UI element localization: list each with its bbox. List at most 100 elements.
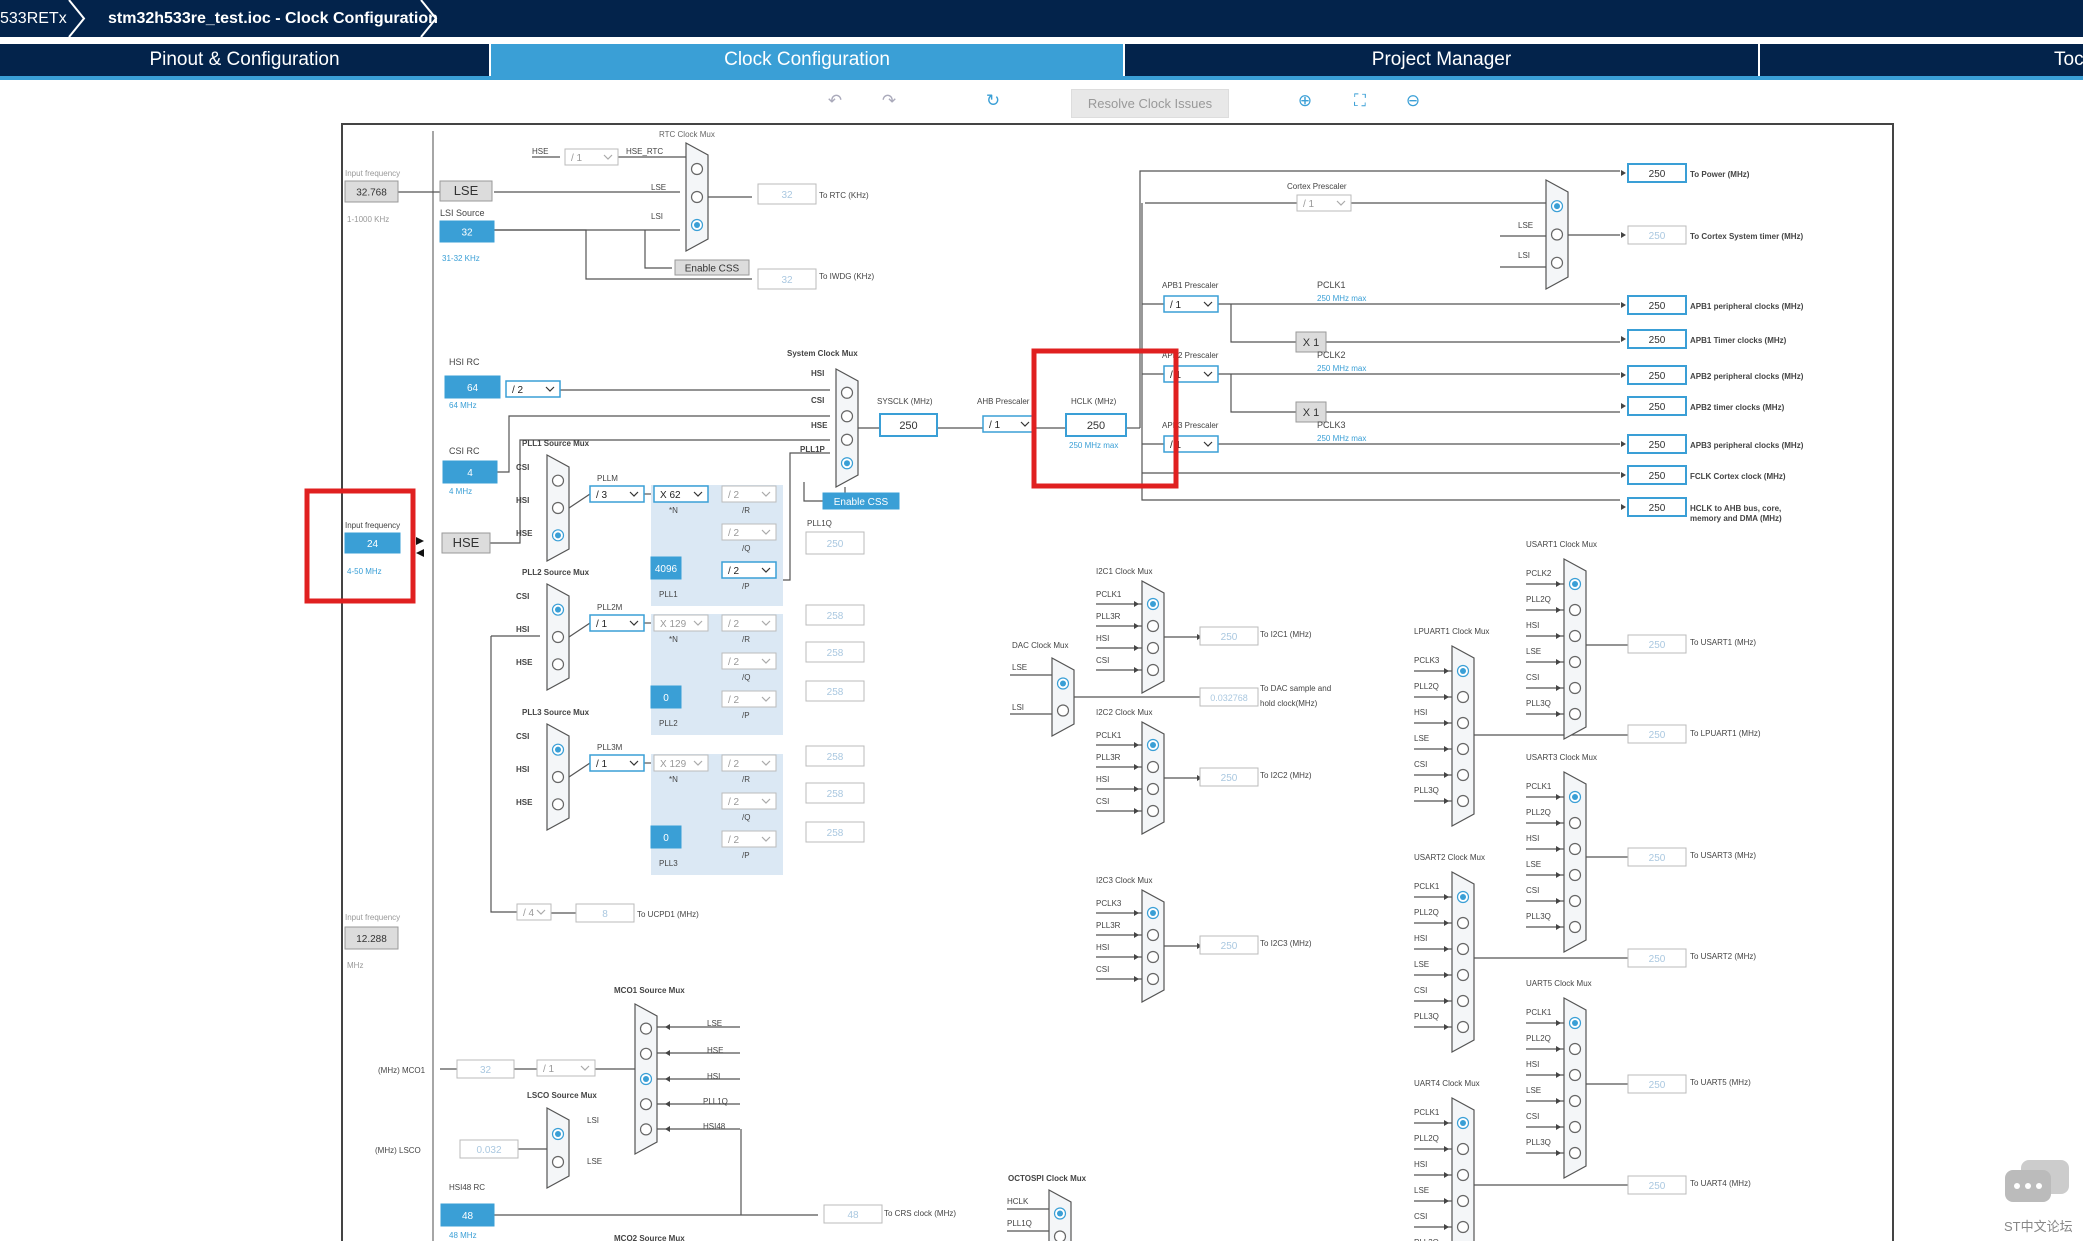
mux-input-radio[interactable]: [551, 501, 565, 515]
lsco-output-field[interactable]: 0.032: [459, 1139, 519, 1159]
output-field-6[interactable]: 250: [1627, 434, 1687, 454]
mux-input-radio[interactable]: [1456, 742, 1470, 756]
apb3-prescaler-dropdown[interactable]: / 1: [1163, 435, 1219, 453]
hsi-value-box[interactable]: 64: [444, 375, 501, 399]
apb2-timer-multiplier[interactable]: X 1: [1295, 401, 1327, 423]
dac-output-field[interactable]: 0.032768: [1199, 687, 1259, 707]
mux-input-radio[interactable]: [1146, 782, 1160, 796]
mux-input-radio[interactable]: [1568, 920, 1582, 934]
pll2-r-divider[interactable]: / 2: [721, 614, 777, 632]
pll2-n-multiplier[interactable]: X 129: [653, 614, 709, 632]
mux-input-radio[interactable]: [1456, 1168, 1470, 1182]
output-field-2[interactable]: 250: [1627, 295, 1687, 315]
mux-input-radio[interactable]: [1146, 663, 1160, 677]
mux-input-radio[interactable]: [1456, 1194, 1470, 1208]
mux-input-radio[interactable]: [1456, 942, 1470, 956]
mux-input-radio[interactable]: [1146, 928, 1160, 942]
iwdg-output-field[interactable]: 32: [757, 268, 817, 290]
mux-input-radio[interactable]: [1568, 681, 1582, 695]
pll3-p-divider[interactable]: / 2: [721, 830, 777, 848]
mux-input-radio[interactable]: [1146, 619, 1160, 633]
mux-input-radio[interactable]: [840, 433, 854, 446]
usart2-output-field[interactable]: 250: [1627, 948, 1687, 968]
output-field-0[interactable]: 250: [1627, 163, 1687, 183]
pll1-fracn-field[interactable]: 4096: [650, 556, 682, 580]
cortex-prescaler-dropdown[interactable]: / 1: [1296, 194, 1352, 212]
pll1-n-multiplier[interactable]: X 62: [653, 485, 709, 503]
mux-input-radio[interactable]: [1550, 256, 1564, 269]
mux-input-radio[interactable]: [1568, 707, 1582, 721]
hse-source-box[interactable]: HSE: [441, 532, 491, 554]
lse-frequency-field[interactable]: 32.768: [344, 180, 399, 203]
ucpd-divider[interactable]: / 4: [516, 903, 552, 921]
mux-input-radio[interactable]: [639, 1047, 653, 1060]
rtc-output-field[interactable]: 32: [757, 183, 817, 205]
mux-input-radio[interactable]: [1146, 804, 1160, 818]
mco1-divider[interactable]: / 1: [536, 1059, 596, 1077]
pll3-fracn-field[interactable]: 0: [650, 825, 682, 849]
i2c1-output-field[interactable]: 250: [1199, 626, 1259, 646]
rtc-hse-divider[interactable]: / 1: [564, 148, 619, 166]
pll3-n-multiplier[interactable]: X 129: [653, 754, 709, 772]
i2c2-output-field[interactable]: 250: [1199, 767, 1259, 787]
mux-input-radio[interactable]: [1568, 894, 1582, 908]
output-field-5[interactable]: 250: [1627, 396, 1687, 416]
mux-input-radio[interactable]: [1146, 760, 1160, 774]
ahb-prescaler-dropdown[interactable]: / 1: [982, 415, 1036, 433]
hclk-field[interactable]: 250: [1065, 413, 1127, 437]
mux-input-radio[interactable]: [1146, 972, 1160, 986]
pll1-q-divider[interactable]: / 2: [721, 523, 777, 541]
apb1-prescaler-dropdown[interactable]: / 1: [1163, 295, 1219, 313]
mux-input-radio[interactable]: [639, 1098, 653, 1111]
lse-source-box[interactable]: LSE: [439, 180, 493, 202]
pll2r-output-field[interactable]: 258: [805, 604, 865, 626]
i2c3-output-field[interactable]: 250: [1199, 935, 1259, 955]
pll2-fracn-field[interactable]: 0: [650, 685, 682, 709]
mux-input-radio[interactable]: [551, 770, 565, 784]
pll3-r-divider[interactable]: / 2: [721, 754, 777, 772]
mux-input-radio[interactable]: [551, 798, 565, 811]
csi-value-box[interactable]: 4: [442, 460, 498, 484]
mux-input-radio[interactable]: [639, 1022, 653, 1035]
audio-clock-field[interactable]: 12.288: [344, 926, 399, 950]
output-field-7[interactable]: 250: [1627, 465, 1687, 485]
pll2p-output-field[interactable]: 258: [805, 680, 865, 702]
pll2q-output-field[interactable]: 258: [805, 641, 865, 663]
uart4-output-field[interactable]: 250: [1627, 1175, 1687, 1195]
pll3p-output-field[interactable]: 258: [805, 821, 865, 843]
hsi-divider-dropdown[interactable]: / 2: [505, 380, 561, 398]
mux-input-radio[interactable]: [1456, 1142, 1470, 1156]
pll3q-output-field[interactable]: 258: [805, 782, 865, 804]
mux-input-radio[interactable]: [1456, 994, 1470, 1008]
output-field-8[interactable]: 250: [1627, 497, 1687, 517]
lsi-value-box[interactable]: 32: [439, 220, 495, 243]
mux-input-radio[interactable]: [1568, 1068, 1582, 1082]
apb1-timer-multiplier[interactable]: X 1: [1295, 331, 1327, 353]
mux-input-radio[interactable]: [1053, 1230, 1067, 1241]
hse-frequency-field[interactable]: 24: [344, 532, 401, 554]
uart5-output-field[interactable]: 250: [1627, 1074, 1687, 1094]
mux-input-radio[interactable]: [1456, 1020, 1470, 1034]
mux-input-radio[interactable]: [551, 658, 565, 671]
mux-input-radio[interactable]: [1056, 704, 1070, 717]
usart3-output-field[interactable]: 250: [1627, 847, 1687, 867]
pll2-m-divider[interactable]: / 1: [589, 614, 645, 632]
output-field-4[interactable]: 250: [1627, 365, 1687, 385]
mux-input-radio[interactable]: [1568, 603, 1582, 617]
mco1-output-field[interactable]: 32: [456, 1059, 515, 1079]
pll3-m-divider[interactable]: / 1: [589, 754, 645, 772]
mux-input-radio[interactable]: [840, 410, 854, 423]
mux-input-radio[interactable]: [840, 386, 854, 399]
mux-input-radio[interactable]: [1568, 1146, 1582, 1160]
mux-input-radio[interactable]: [1146, 641, 1160, 655]
pll2-q-divider[interactable]: / 2: [721, 652, 777, 670]
pll1-m-divider[interactable]: / 3: [589, 485, 645, 503]
mux-input-radio[interactable]: [1456, 968, 1470, 982]
ucpd-output-field[interactable]: 8: [575, 903, 635, 923]
apb2-prescaler-dropdown[interactable]: / 1: [1163, 365, 1219, 383]
pll3-q-divider[interactable]: / 2: [721, 792, 777, 810]
mux-input-radio[interactable]: [1568, 1120, 1582, 1134]
mux-input-radio[interactable]: [551, 474, 565, 487]
mux-input-radio[interactable]: [551, 1155, 565, 1169]
mux-input-radio[interactable]: [1568, 629, 1582, 643]
